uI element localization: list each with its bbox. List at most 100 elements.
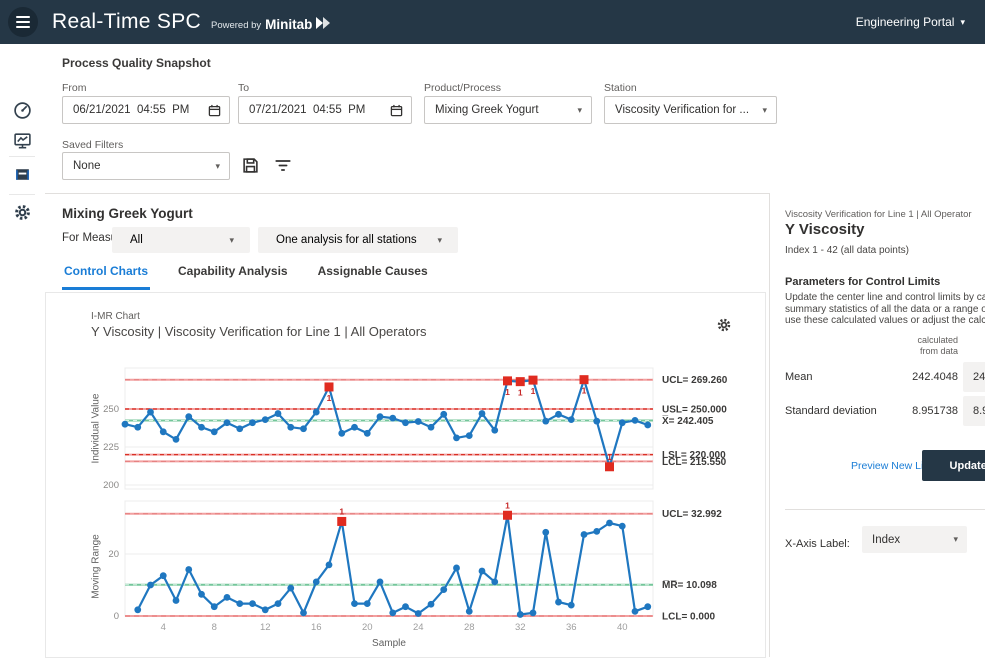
svg-text:36: 36: [566, 622, 577, 633]
svg-text:LCL= 0.000: LCL= 0.000: [662, 612, 716, 623]
stdev-calculated-value: 8.951738: [880, 405, 958, 417]
chevron-down-icon: ▾: [953, 535, 958, 544]
svg-text:Sample: Sample: [372, 638, 406, 649]
filter-section: Process Quality Snapshot From To Product…: [45, 44, 985, 193]
svg-text:LCL= 215.550: LCL= 215.550: [662, 457, 727, 468]
calendar-icon[interactable]: [390, 104, 403, 117]
powered-by-label: Powered by: [211, 20, 261, 31]
svg-text:32: 32: [515, 622, 526, 633]
chevron-down-icon: ▾: [960, 18, 965, 27]
moving-range-chart: 020UCL= 32.992M̅R̅= 10.098LCL= 0.0001148…: [91, 499, 768, 656]
save-filter-button[interactable]: [242, 157, 259, 177]
portal-menu-label: Engineering Portal: [856, 15, 955, 29]
sidebar-divider: [9, 156, 35, 157]
stdev-label: Standard deviation: [785, 405, 877, 417]
svg-text:1: 1: [531, 386, 536, 396]
panel-context: Viscosity Verification for Line 1 | All …: [785, 209, 972, 220]
to-date-input[interactable]: [238, 96, 412, 124]
analysis-select[interactable]: One analysis for all stations ▾: [258, 227, 458, 253]
individuals-chart: 200225250UCL= 269.260USL= 250.000X̅= 242…: [91, 366, 768, 499]
chart-title: Y Viscosity | Viscosity Verification for…: [91, 324, 427, 339]
chart-settings-button[interactable]: [716, 317, 732, 336]
tab-capability-analysis[interactable]: Capability Analysis: [176, 260, 290, 290]
main-content: Mixing Greek Yogurt For Measure: All ▾ O…: [45, 194, 767, 657]
svg-text:4: 4: [161, 622, 166, 633]
sidebar-item-settings[interactable]: [8, 200, 36, 228]
station-label: Station: [604, 82, 637, 94]
svg-text:28: 28: [464, 622, 475, 633]
gear-icon: [716, 321, 732, 336]
panel-section-divider: [785, 509, 985, 510]
control-limits-panel: Viscosity Verification for Line 1 | All …: [770, 193, 985, 657]
svg-text:250: 250: [103, 404, 119, 415]
tab-control-charts[interactable]: Control Charts: [62, 260, 150, 290]
section-title: Process Quality Snapshot: [62, 56, 211, 70]
svg-text:0: 0: [114, 611, 119, 622]
svg-text:1: 1: [505, 500, 510, 510]
chevron-down-icon: ▾: [229, 236, 234, 245]
sidebar-item-charts[interactable]: [8, 128, 36, 156]
svg-text:24: 24: [413, 622, 424, 633]
sidebar-divider: [9, 194, 35, 195]
stdev-input[interactable]: [963, 396, 985, 426]
chevron-down-icon: ▾: [437, 236, 442, 245]
to-label: To: [238, 82, 249, 94]
tab-bar: Control Charts Capability Analysis Assig…: [62, 260, 430, 290]
svg-text:USL= 250.000: USL= 250.000: [662, 405, 727, 416]
x-axis-select[interactable]: Index ▾: [862, 526, 967, 553]
svg-text:1: 1: [582, 386, 587, 396]
chart-card: I-MR Chart Y Viscosity | Viscosity Verif…: [45, 292, 766, 658]
to-date-value[interactable]: [239, 104, 390, 116]
svg-text:20: 20: [108, 549, 119, 560]
chevron-down-icon: ▾: [577, 106, 582, 115]
mean-label: Mean: [785, 371, 813, 383]
svg-text:200: 200: [103, 480, 119, 491]
from-label: From: [62, 82, 87, 94]
calendar-icon[interactable]: [208, 104, 221, 117]
saved-filters-select[interactable]: None ▾: [62, 152, 230, 180]
data-archive-icon: [13, 165, 32, 187]
filter-icon: [274, 158, 292, 176]
app-header: Real-Time SPC Powered by Minitab Enginee…: [0, 0, 985, 44]
params-title: Parameters for Control Limits: [785, 276, 940, 288]
update-control-limits-button[interactable]: Update Control Limits: [922, 450, 985, 481]
mean-input[interactable]: [963, 362, 985, 392]
svg-text:1: 1: [505, 387, 510, 397]
analysis-value: One analysis for all stations: [264, 234, 437, 246]
svg-text:12: 12: [260, 622, 271, 633]
from-date-value[interactable]: [63, 104, 208, 116]
svg-text:1: 1: [518, 388, 523, 398]
station-value: Viscosity Verification for ...: [605, 104, 762, 116]
x-axis-value: Index: [862, 534, 953, 546]
product-select[interactable]: Mixing Greek Yogurt ▾: [424, 96, 592, 124]
svg-text:8: 8: [212, 622, 217, 633]
dashboard-gauge-icon: [13, 101, 32, 123]
svg-text:40: 40: [617, 622, 628, 633]
svg-text:16: 16: [311, 622, 322, 633]
charts-monitor-icon: [13, 131, 32, 153]
chevron-down-icon: ▾: [762, 106, 767, 115]
tab-assignable-causes[interactable]: Assignable Causes: [316, 260, 430, 290]
x-axis-label: X-Axis Label:: [785, 538, 850, 550]
panel-title: Y Viscosity: [785, 221, 865, 238]
chart-type-label: I-MR Chart: [91, 311, 140, 322]
svg-text:UCL= 269.260: UCL= 269.260: [662, 375, 728, 386]
measure-value: All: [118, 234, 229, 246]
process-title: Mixing Greek Yogurt: [62, 206, 193, 221]
svg-text:225: 225: [103, 442, 119, 453]
index-range: Index 1 - 42 (all data points): [785, 245, 909, 256]
sidebar-item-dashboard[interactable]: [8, 98, 36, 126]
portal-menu[interactable]: Engineering Portal ▾: [850, 14, 971, 30]
filter-button[interactable]: [274, 158, 292, 176]
menu-icon[interactable]: [8, 7, 38, 37]
station-select[interactable]: Viscosity Verification for ... ▾: [604, 96, 777, 124]
app-title: Real-Time SPC: [52, 10, 201, 34]
chevron-down-icon: ▾: [215, 162, 220, 171]
calculated-column-header: calculated from data: [898, 335, 958, 356]
from-date-input[interactable]: [62, 96, 230, 124]
svg-text:20: 20: [362, 622, 373, 633]
minitab-logo-icon: [316, 16, 331, 34]
measure-select[interactable]: All ▾: [112, 227, 250, 253]
sidebar-item-archive[interactable]: [8, 162, 36, 190]
settings-gear-icon: [13, 203, 32, 225]
